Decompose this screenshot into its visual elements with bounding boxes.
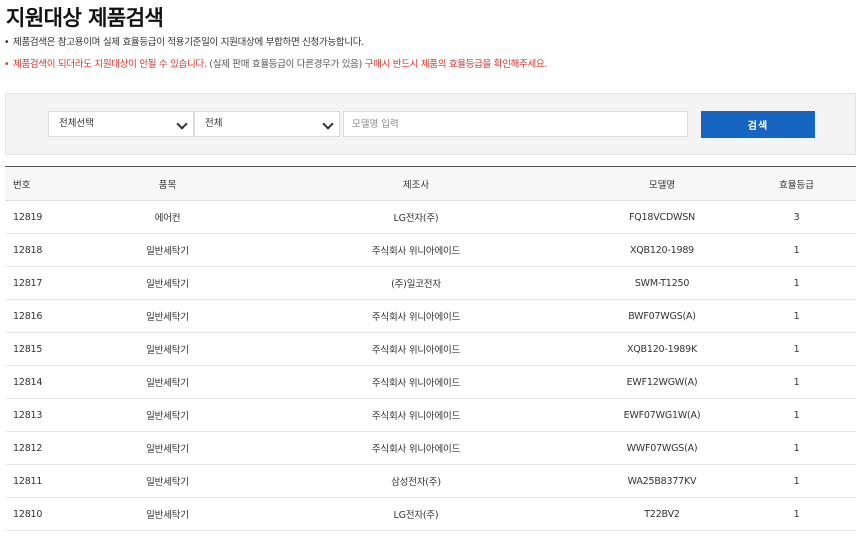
subcategory-select-value: 전체	[205, 118, 223, 129]
cell-model: EWF07WG1W(A)	[587, 398, 737, 432]
cell-grade: 1	[737, 266, 856, 300]
table-row[interactable]: 12810 일반세탁기 LG전자(주) T22BV2 1	[5, 497, 856, 531]
cell-grade: 1	[737, 365, 856, 399]
table-row[interactable]: 12811 일반세탁기 삼성전자(주) WA25B8377KV 1	[5, 464, 856, 498]
cell-item: 일반세탁기	[90, 431, 245, 465]
model-search-input[interactable]	[343, 111, 688, 137]
cell-model: XQB120-1989	[587, 233, 737, 267]
col-header-grade: 효율등급	[737, 166, 856, 201]
cell-maker: (주)일코전자	[245, 266, 587, 300]
table-row[interactable]: 12819 에어컨 LG전자(주) FQ18VCDWSN 3	[5, 200, 856, 234]
cell-no: 12812	[5, 431, 90, 465]
chevron-down-icon	[322, 118, 334, 130]
col-header-model: 모델명	[587, 166, 737, 201]
cell-no: 12813	[5, 398, 90, 432]
notice-text: 제품검색은 참고용이며 실제 효율등급이 적용기준일이 지원대상에 부합하면 신…	[13, 37, 364, 48]
cell-item: 에어컨	[90, 200, 245, 234]
search-panel: 전체선택 전체 검색	[5, 93, 856, 155]
col-header-no: 번호	[5, 166, 90, 201]
warning-note: (실제 판매 효율등급이 다른경우가 있음)	[206, 59, 365, 70]
table-body: 12819 에어컨 LG전자(주) FQ18VCDWSN 3 12818 일반세탁기 주식회사…	[5, 200, 856, 531]
notice-list: • 제품검색은 참고용이며 실제 효율등급이 적용기준일이 지원대상에 부합하면…	[4, 37, 547, 81]
cell-model: WWF07WGS(A)	[587, 431, 737, 465]
cell-grade: 1	[737, 464, 856, 498]
cell-maker: 주식회사 위니아에이드	[245, 398, 587, 432]
cell-model: T22BV2	[587, 497, 737, 531]
table-row[interactable]: 12813 일반세탁기 주식회사 위니아에이드 EWF07WG1W(A) 1	[5, 398, 856, 432]
cell-model: FQ18VCDWSN	[587, 200, 737, 234]
page-title: 지원대상 제품검색	[6, 6, 164, 30]
table-header-row: 번호 품목 제조사 모델명 효율등급	[5, 166, 856, 201]
category-select-value: 전체선택	[59, 118, 94, 129]
cell-item: 일반세탁기	[90, 497, 245, 531]
col-header-item: 품목	[90, 166, 245, 201]
cell-maker: 주식회사 위니아에이드	[245, 431, 587, 465]
cell-maker: 주식회사 위니아에이드	[245, 365, 587, 399]
results-table-wrap: 번호 품목 제조사 모델명 효율등급 12819 에어컨 LG전자(주) FQ18VC…	[5, 166, 856, 531]
cell-grade: 1	[737, 398, 856, 432]
cell-item: 일반세탁기	[90, 299, 245, 333]
table-row[interactable]: 12816 일반세탁기 주식회사 위니아에이드 BWF07WGS(A) 1	[5, 299, 856, 333]
cell-no: 12818	[5, 233, 90, 267]
cell-model: BWF07WGS(A)	[587, 299, 737, 333]
cell-grade: 3	[737, 200, 856, 234]
cell-maker: 삼성전자(주)	[245, 464, 587, 498]
cell-item: 일반세탁기	[90, 233, 245, 267]
cell-item: 일반세탁기	[90, 464, 245, 498]
cell-grade: 1	[737, 299, 856, 333]
table-row[interactable]: 12812 일반세탁기 주식회사 위니아에이드 WWF07WGS(A) 1	[5, 431, 856, 465]
results-table: 번호 품목 제조사 모델명 효율등급 12819 에어컨 LG전자(주) FQ18VC…	[5, 166, 856, 531]
cell-no: 12814	[5, 365, 90, 399]
notice-item: • 제품검색은 참고용이며 실제 효율등급이 적용기준일이 지원대상에 부합하면…	[4, 37, 547, 59]
table-row[interactable]: 12818 일반세탁기 주식회사 위니아에이드 XQB120-1989 1	[5, 233, 856, 267]
table-row[interactable]: 12817 일반세탁기 (주)일코전자 SWM-T1250 1	[5, 266, 856, 300]
cell-maker: 주식회사 위니아에이드	[245, 332, 587, 366]
cell-no: 12817	[5, 266, 90, 300]
col-header-maker: 제조사	[245, 166, 587, 201]
cell-item: 일반세탁기	[90, 332, 245, 366]
cell-grade: 1	[737, 332, 856, 366]
cell-no: 12815	[5, 332, 90, 366]
cell-grade: 1	[737, 497, 856, 531]
cell-item: 일반세탁기	[90, 365, 245, 399]
cell-model: XQB120-1989K	[587, 332, 737, 366]
cell-grade: 1	[737, 431, 856, 465]
cell-model: EWF12WGW(A)	[587, 365, 737, 399]
cell-maker: 주식회사 위니아에이드	[245, 299, 587, 333]
cell-model: SWM-T1250	[587, 266, 737, 300]
table-row[interactable]: 12814 일반세탁기 주식회사 위니아에이드 EWF12WGW(A) 1	[5, 365, 856, 399]
cell-no: 12819	[5, 200, 90, 234]
chevron-down-icon	[176, 118, 188, 130]
cell-item: 일반세탁기	[90, 398, 245, 432]
cell-no: 12816	[5, 299, 90, 333]
bullet-icon: •	[4, 59, 10, 70]
category-select[interactable]: 전체선택	[48, 111, 194, 137]
table-row[interactable]: 12815 일반세탁기 주식회사 위니아에이드 XQB120-1989K 1	[5, 332, 856, 366]
cell-maker: LG전자(주)	[245, 497, 587, 531]
warning-text-2: 구매시 반드시 제품의 효율등급을 확인해주세요.	[364, 59, 548, 70]
subcategory-select[interactable]: 전체	[194, 111, 340, 137]
cell-model: WA25B8377KV	[587, 464, 737, 498]
cell-maker: LG전자(주)	[245, 200, 587, 234]
cell-maker: 주식회사 위니아에이드	[245, 233, 587, 267]
search-button[interactable]: 검색	[701, 111, 815, 138]
cell-grade: 1	[737, 233, 856, 267]
warning-text: 제품검색이 되더라도 지원대상이 안될 수 있습니다.	[13, 59, 207, 70]
notice-item-warning: • 제품검색이 되더라도 지원대상이 안될 수 있습니다. (실제 판매 효율등…	[4, 59, 547, 81]
cell-item: 일반세탁기	[90, 266, 245, 300]
bullet-icon: •	[4, 37, 10, 48]
cell-no: 12810	[5, 497, 90, 531]
cell-no: 12811	[5, 464, 90, 498]
